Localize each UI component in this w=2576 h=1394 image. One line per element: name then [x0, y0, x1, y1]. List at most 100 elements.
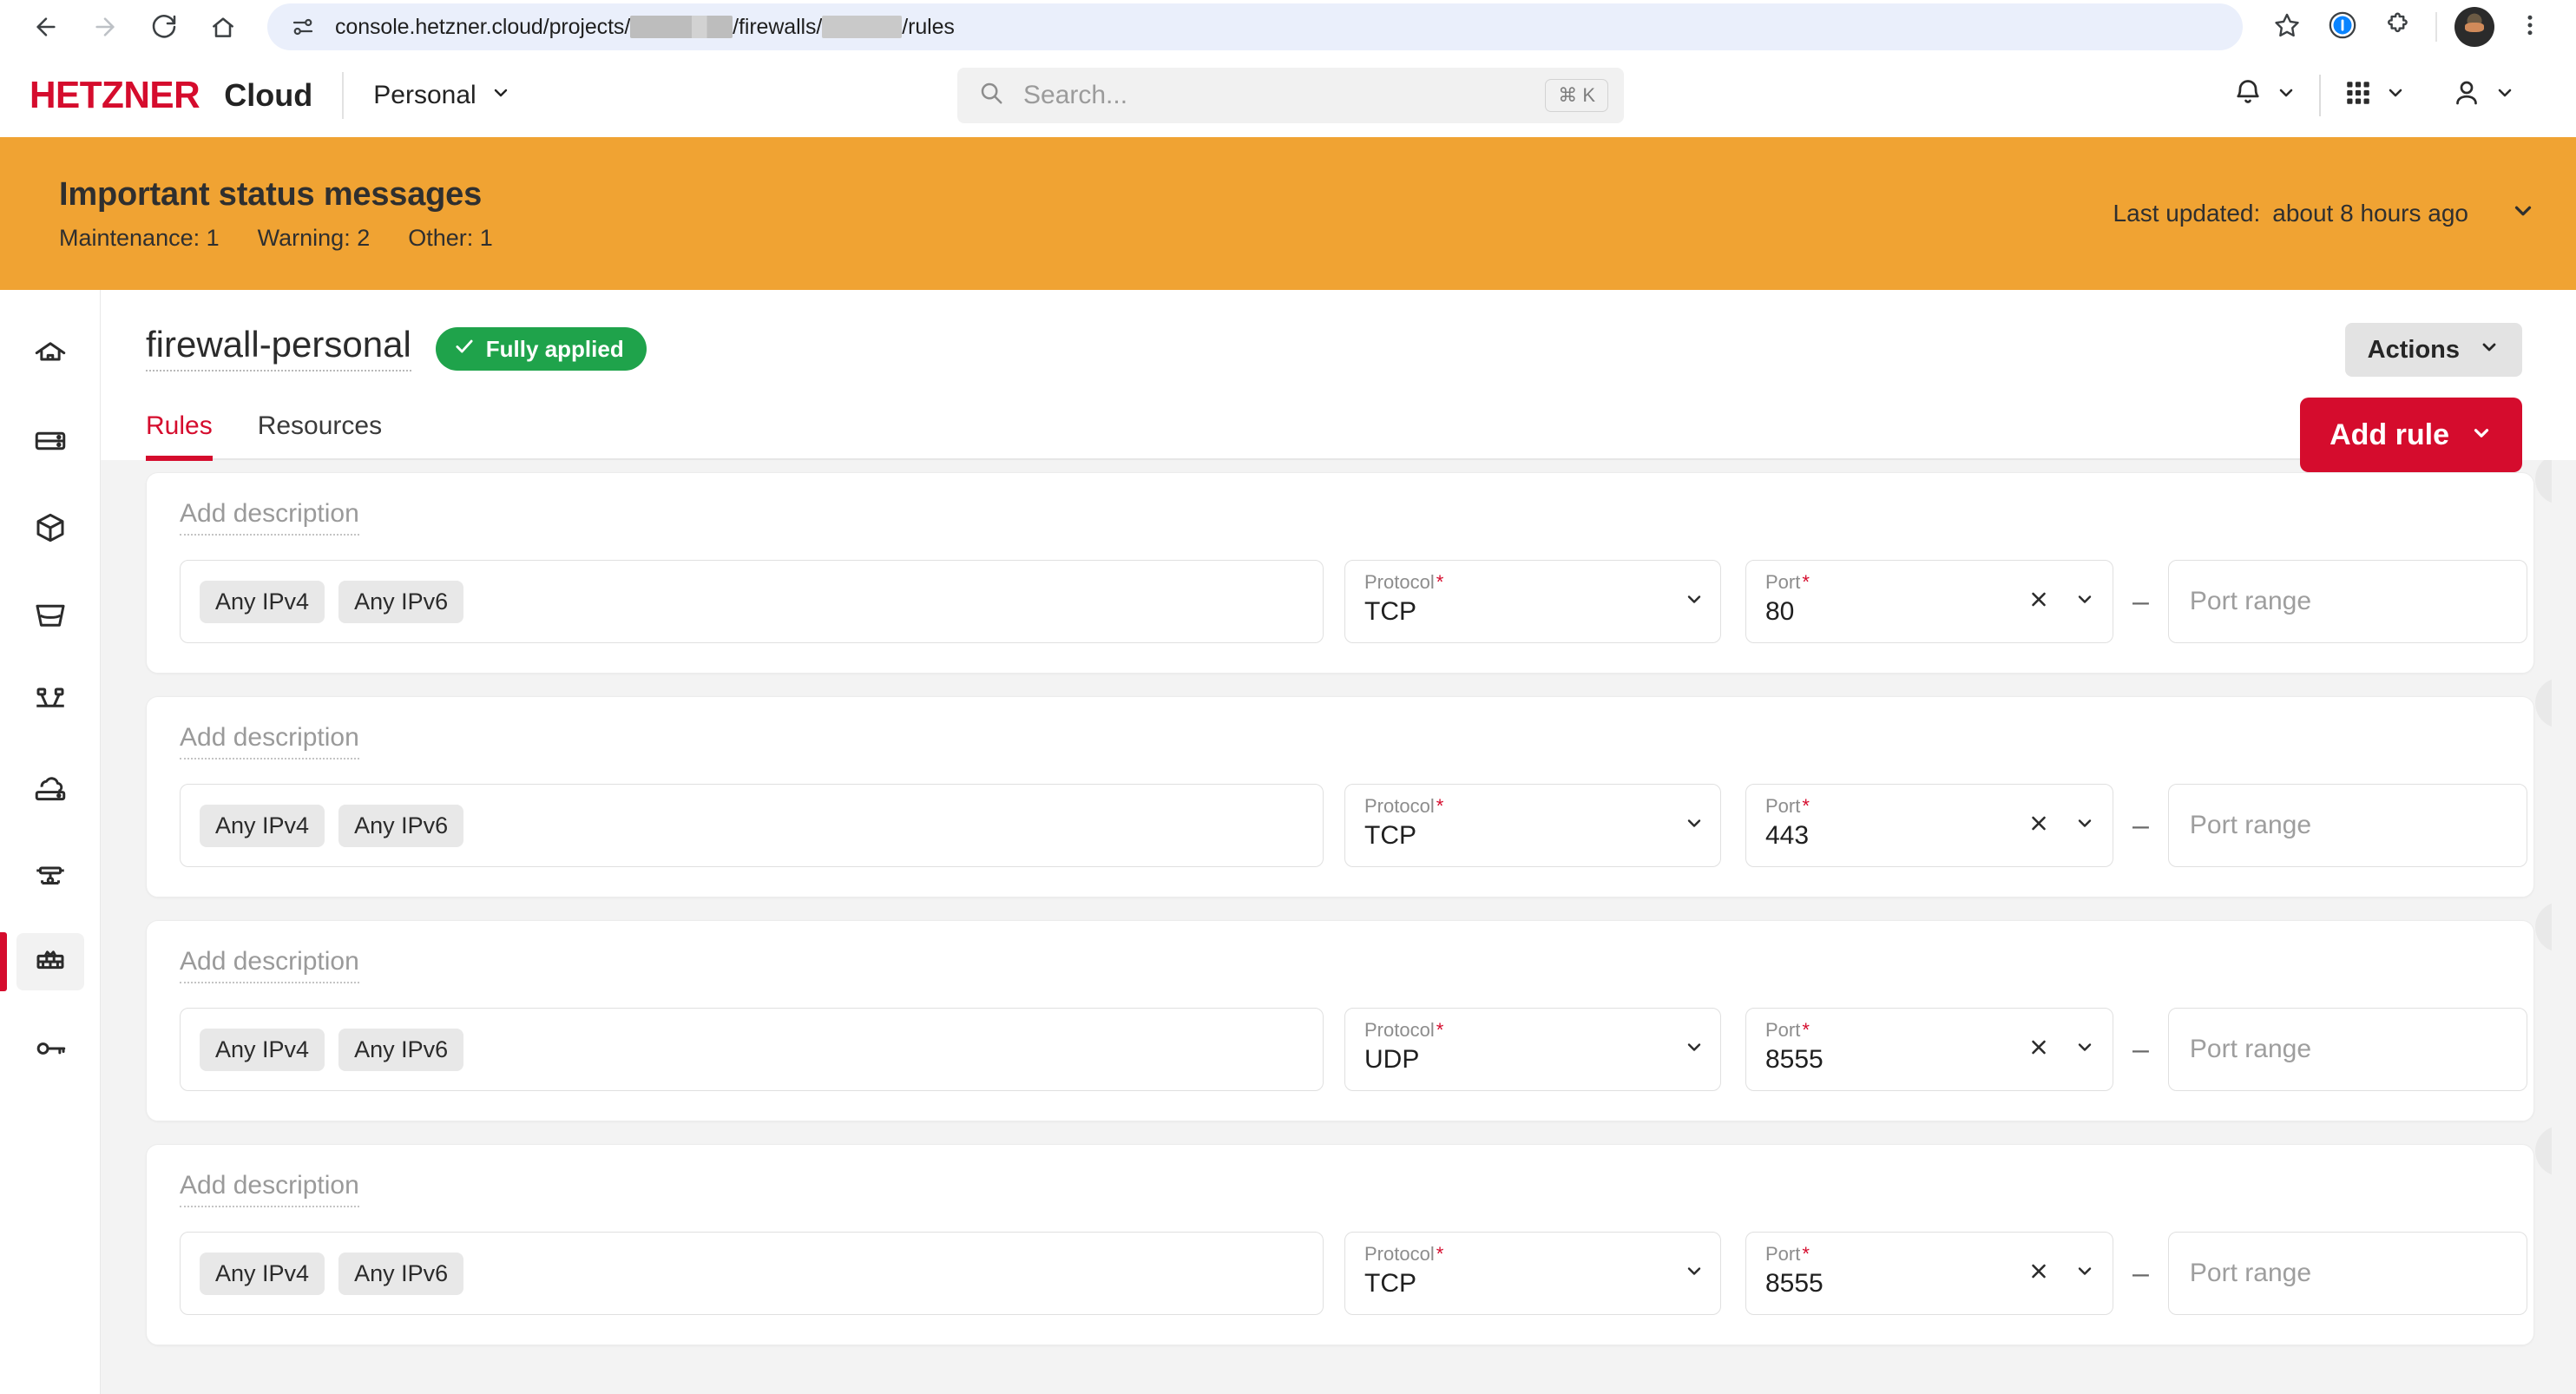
- rule-description-input[interactable]: Add description: [180, 947, 359, 983]
- last-updated-value: about 8 hours ago: [2272, 200, 2468, 227]
- forward-arrow-icon: [91, 13, 119, 41]
- source-chip[interactable]: Any IPv4: [200, 1252, 325, 1295]
- add-rule-button[interactable]: Add rule: [2300, 398, 2522, 472]
- required-marker: *: [1802, 571, 1810, 593]
- port-range-input[interactable]: Port range: [2167, 1008, 2527, 1091]
- source-chip[interactable]: Any IPv4: [200, 1028, 325, 1071]
- chevron-down-icon: [2470, 418, 2493, 452]
- source-chip[interactable]: Any IPv6: [338, 1252, 464, 1295]
- site-settings-icon[interactable]: [290, 14, 316, 40]
- source-chip[interactable]: Any IPv6: [338, 804, 464, 847]
- forward-button[interactable]: [78, 0, 132, 54]
- source-ips-field[interactable]: Any IPv4 Any IPv6: [180, 784, 1324, 867]
- reload-button[interactable]: [137, 0, 191, 54]
- add-rule-button-label: Add rule: [2330, 418, 2449, 451]
- source-ips-field[interactable]: Any IPv4 Any IPv6: [180, 1232, 1324, 1315]
- rules-scrollbar[interactable]: [2552, 458, 2576, 1394]
- extensions-button[interactable]: [2371, 0, 2425, 54]
- chevron-down-icon[interactable]: [1684, 1037, 1705, 1062]
- chevron-down-icon[interactable]: [1684, 589, 1705, 615]
- rules-list[interactable]: Add description Any IPv4 Any IPv6 Protoc…: [101, 458, 2576, 1394]
- global-search-input[interactable]: Search... ⌘ K: [957, 67, 1624, 123]
- browser-menu-button[interactable]: [2503, 0, 2557, 54]
- warning-count-group: Warning: 2: [258, 225, 371, 252]
- port-range-input[interactable]: Port range: [2167, 784, 2527, 867]
- sidebar-item-servers[interactable]: [0, 398, 100, 484]
- sidebar-item-load-balancers[interactable]: [0, 658, 100, 745]
- sidebar-item-networks[interactable]: [0, 832, 100, 918]
- banner-expand-button[interactable]: [2510, 198, 2536, 230]
- source-chip[interactable]: Any IPv6: [338, 580, 464, 623]
- chevron-down-icon[interactable]: [2074, 813, 2095, 838]
- protocol-label-text: Protocol: [1364, 571, 1435, 593]
- required-marker: *: [1802, 1019, 1810, 1041]
- profile-avatar-icon: [2454, 7, 2494, 47]
- tab-resources[interactable]: Resources: [258, 411, 382, 458]
- clear-x-icon[interactable]: [2027, 1260, 2050, 1287]
- grid-apps-icon: [2343, 78, 2373, 112]
- chevron-down-icon[interactable]: [2074, 1261, 2095, 1286]
- port-combobox[interactable]: Port* 443: [1745, 784, 2113, 867]
- source-chip[interactable]: Any IPv6: [338, 1028, 464, 1071]
- address-bar[interactable]: console.hetzner.cloud/projects/ /firewal…: [267, 3, 2243, 50]
- chevron-down-icon[interactable]: [2074, 589, 2095, 615]
- clear-x-icon[interactable]: [2027, 1036, 2050, 1063]
- url-text: console.hetzner.cloud/projects/ /firewal…: [335, 15, 955, 40]
- rule-description-input[interactable]: Add description: [180, 499, 359, 536]
- sidebar-item-security-keys[interactable]: [0, 1005, 100, 1092]
- banner-text-block: Important status messages Maintenance: 1…: [59, 176, 493, 252]
- rule-description-input[interactable]: Add description: [180, 1171, 359, 1207]
- port-range-input[interactable]: Port range: [2167, 560, 2527, 643]
- star-icon: [2272, 10, 2302, 44]
- profile-button[interactable]: [2448, 0, 2501, 54]
- protocol-select[interactable]: Protocol* TCP: [1344, 1232, 1721, 1315]
- sidebar-item-object-storage[interactable]: [0, 571, 100, 658]
- back-button[interactable]: [19, 0, 73, 54]
- chevron-down-icon: [490, 81, 511, 110]
- protocol-select[interactable]: Protocol* TCP: [1344, 560, 1721, 643]
- sidebar-item-home[interactable]: [0, 311, 100, 398]
- clear-x-icon[interactable]: [2027, 812, 2050, 839]
- source-chip[interactable]: Any IPv4: [200, 580, 325, 623]
- source-chip[interactable]: Any IPv4: [200, 804, 325, 847]
- port-combobox[interactable]: Port* 8555: [1745, 1232, 2113, 1315]
- port-combobox[interactable]: Port* 80: [1745, 560, 2113, 643]
- chevron-down-icon[interactable]: [1684, 813, 1705, 838]
- home-button[interactable]: [196, 0, 250, 54]
- actions-button[interactable]: Actions: [2344, 323, 2522, 377]
- sidebar: [0, 290, 101, 1394]
- source-ips-field[interactable]: Any IPv4 Any IPv6: [180, 560, 1324, 643]
- project-selector[interactable]: Personal: [373, 81, 510, 110]
- port-range-placeholder: Port range: [2189, 1259, 2312, 1287]
- chevron-down-icon[interactable]: [1684, 1261, 1705, 1286]
- protocol-select[interactable]: Protocol* TCP: [1344, 784, 1721, 867]
- sidebar-item-firewalls[interactable]: [0, 918, 100, 1005]
- account-menu-button[interactable]: [2428, 77, 2538, 113]
- onepassword-extension-button[interactable]: [2316, 0, 2369, 54]
- sidebar-item-cloud-servers[interactable]: [0, 745, 100, 832]
- reload-icon: [150, 13, 178, 41]
- sidebar-item-volumes[interactable]: [0, 484, 100, 571]
- protocol-label: Protocol*: [1364, 571, 1703, 594]
- hetzner-logo[interactable]: HETZNER: [30, 74, 200, 117]
- chevron-down-icon[interactable]: [2074, 1037, 2095, 1062]
- tab-rules[interactable]: Rules: [146, 411, 213, 461]
- port-combobox[interactable]: Port* 8555: [1745, 1008, 2113, 1091]
- other-count: 1: [479, 224, 493, 251]
- bookmark-button[interactable]: [2260, 0, 2314, 54]
- notifications-button[interactable]: [2210, 77, 2319, 113]
- page-title[interactable]: firewall-personal: [146, 326, 411, 372]
- apps-menu-button[interactable]: [2321, 78, 2428, 112]
- port-range-input[interactable]: Port range: [2167, 1232, 2527, 1315]
- protocol-select[interactable]: Protocol* UDP: [1344, 1008, 1721, 1091]
- source-ips-field[interactable]: Any IPv4 Any IPv6: [180, 1008, 1324, 1091]
- rule-description-input[interactable]: Add description: [180, 723, 359, 759]
- maintenance-count-group: Maintenance: 1: [59, 225, 220, 252]
- clear-x-icon[interactable]: [2027, 589, 2050, 615]
- key-icon: [16, 1020, 84, 1077]
- back-arrow-icon: [32, 13, 60, 41]
- warning-count: 2: [357, 224, 371, 251]
- last-updated-label: Last updated:: [2113, 200, 2261, 227]
- rule-fields: Any IPv4 Any IPv6 Protocol* TCP: [180, 1232, 2527, 1315]
- app-body: firewall-personal Fully applied Rules Re…: [0, 290, 2576, 1394]
